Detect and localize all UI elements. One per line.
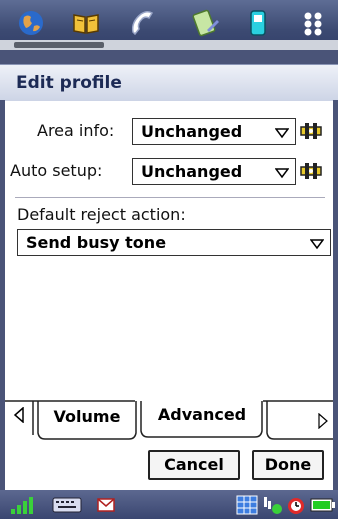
tab-scroll-right-icon[interactable] [317, 413, 329, 429]
default-reject-value: Send busy tone [26, 233, 167, 252]
cancel-button[interactable]: Cancel [148, 450, 240, 480]
auto-setup-value: Unchanged [141, 162, 243, 181]
auto-setup-label: Auto setup: [10, 161, 103, 180]
calendar-icon[interactable] [236, 495, 258, 515]
dialog-content: Area info: Unchanged Auto setup: Unchang… [5, 101, 333, 401]
pen-icon[interactable] [190, 8, 220, 38]
keyboard-icon[interactable] [52, 495, 82, 515]
done-button[interactable]: Done [252, 450, 324, 480]
signal-icon[interactable] [10, 495, 36, 515]
chevron-down-icon [310, 239, 324, 250]
auto-setup-dropdown[interactable]: Unchanged [132, 158, 296, 185]
default-reject-dropdown[interactable]: Send busy tone [17, 229, 331, 256]
dialog-title: Edit profile [16, 73, 122, 93]
chevron-down-icon [275, 128, 289, 139]
tab-strip: Volume Advanced [5, 395, 333, 442]
divider [15, 197, 325, 198]
area-info-dropdown[interactable]: Unchanged [132, 118, 296, 145]
handset-icon[interactable] [243, 8, 273, 38]
tab-volume[interactable]: Volume [41, 407, 133, 426]
window-frame-right [333, 100, 338, 490]
connection-icon[interactable] [262, 495, 284, 515]
message-icon[interactable] [96, 495, 116, 515]
dialog-title-bar: Edit profile [0, 64, 338, 102]
globe-icon[interactable] [16, 8, 46, 38]
area-info-label: Area info: [37, 121, 115, 140]
background-app-strip [0, 40, 338, 50]
area-info-value: Unchanged [141, 122, 243, 141]
tab-advanced[interactable]: Advanced [144, 405, 260, 424]
apps-grid-icon[interactable] [298, 8, 328, 38]
window-frame-top [0, 50, 338, 64]
location-action-icon[interactable] [300, 121, 322, 141]
tab-scroll-left-icon[interactable] [13, 407, 25, 423]
dialog-button-bar: Cancel Done [5, 442, 333, 490]
launcher-bar [0, 0, 338, 50]
status-bar [0, 490, 338, 519]
book-icon[interactable] [71, 8, 101, 38]
location-action-icon[interactable] [300, 161, 322, 181]
battery-icon[interactable] [310, 495, 336, 515]
default-reject-label: Default reject action: [17, 205, 186, 224]
phone-icon[interactable] [127, 8, 157, 38]
alarm-icon[interactable] [284, 495, 308, 515]
chevron-down-icon [275, 168, 289, 179]
